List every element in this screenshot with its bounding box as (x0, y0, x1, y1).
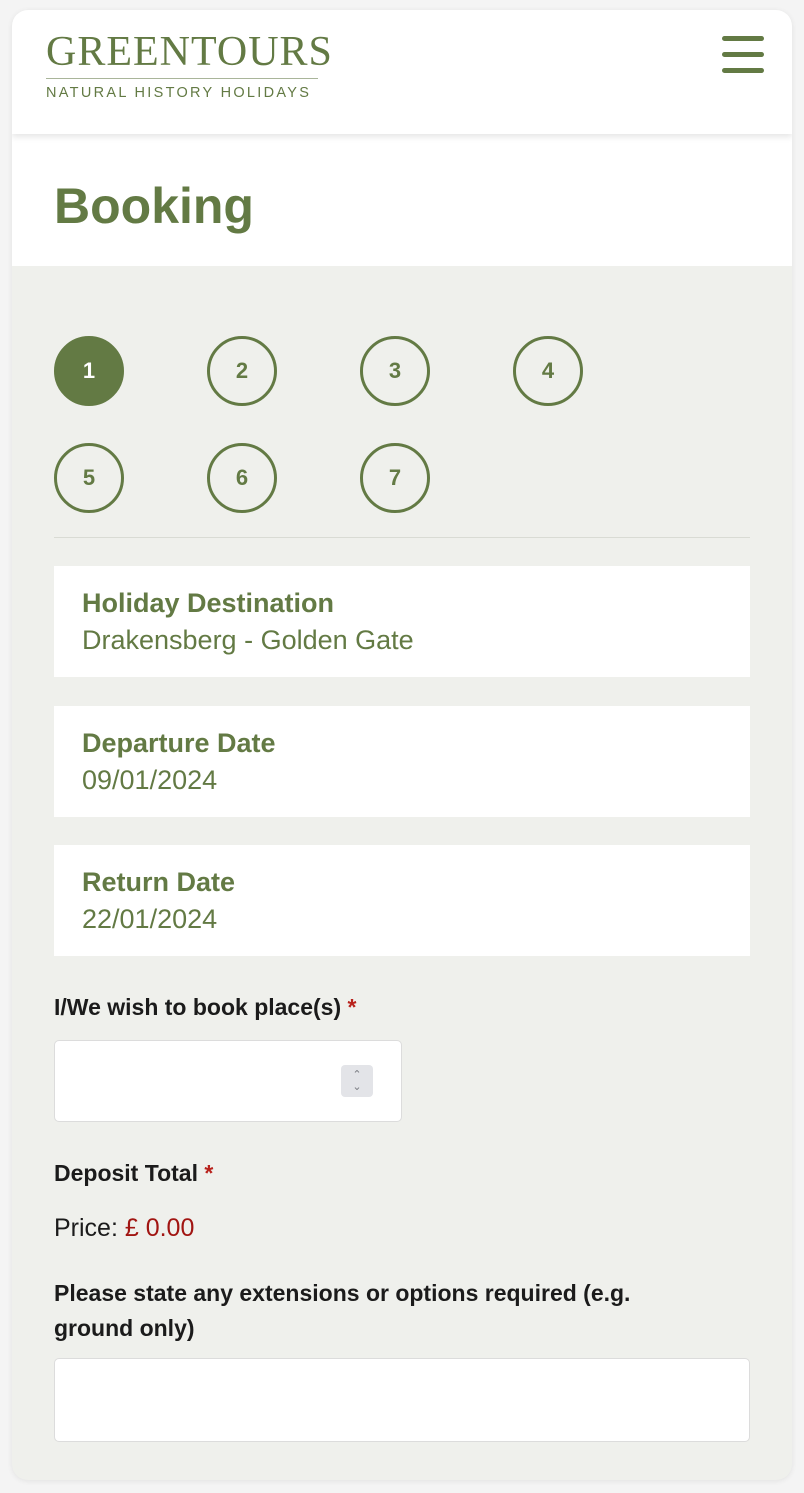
price-line: Price: £ 0.00 (54, 1210, 194, 1246)
greentours-logo[interactable]: GREENTOURS NATURAL HISTORY HOLIDAYS (46, 29, 333, 101)
booking-page: GREENTOURS NATURAL HISTORY HOLIDAYS Book… (12, 10, 792, 1480)
places-number-input[interactable]: ⌃ ⌄ (54, 1040, 402, 1122)
page-title: Booking (54, 178, 254, 234)
step-6-button[interactable]: 6 (207, 443, 277, 513)
required-asterisk: * (347, 994, 357, 1020)
extensions-text-input[interactable] (54, 1358, 750, 1442)
logo-rule (46, 78, 318, 79)
departure-date-label: Departure Date (82, 728, 276, 758)
menu-bar (722, 36, 764, 41)
title-section: Booking (12, 134, 792, 266)
return-date-card: Return Date 22/01/2024 (54, 845, 750, 956)
menu-bar (722, 52, 764, 57)
step-5-button[interactable]: 5 (54, 443, 124, 513)
step-indicator: 1 2 3 4 5 6 7 (54, 336, 750, 516)
extensions-field-label: Please state any extensions or options r… (54, 1280, 631, 1341)
site-header: GREENTOURS NATURAL HISTORY HOLIDAYS (12, 10, 792, 134)
step-3-button[interactable]: 3 (360, 336, 430, 406)
places-field-label: I/We wish to book place(s) * (54, 990, 356, 1025)
deposit-label-text: Deposit Total (54, 1160, 198, 1186)
holiday-destination-label: Holiday Destination (82, 588, 335, 618)
price-value: £ 0.00 (124, 1214, 195, 1242)
required-asterisk: * (204, 1160, 214, 1186)
departure-date-value: 09/01/2024 (82, 765, 218, 795)
step-2-button[interactable]: 2 (207, 336, 277, 406)
logo-title: GREENTOURS (46, 29, 333, 75)
places-label-text: I/We wish to book place(s) (54, 994, 342, 1020)
number-spinner[interactable]: ⌃ ⌄ (341, 1065, 373, 1097)
holiday-destination-value: Drakensberg - Golden Gate (82, 625, 414, 655)
menu-bar (722, 68, 764, 73)
return-date-label: Return Date (82, 867, 236, 897)
step-1-button[interactable]: 1 (54, 336, 124, 406)
deposit-field-label: Deposit Total * (54, 1156, 213, 1191)
chevron-up-icon[interactable]: ⌃ (352, 1069, 361, 1081)
step-7-button[interactable]: 7 (360, 443, 430, 513)
hamburger-menu-icon[interactable] (720, 34, 766, 76)
steps-divider (54, 537, 750, 538)
holiday-destination-card: Holiday Destination Drakensberg - Golden… (54, 566, 750, 677)
price-prefix: Price: (54, 1214, 118, 1242)
departure-date-card: Departure Date 09/01/2024 (54, 706, 750, 817)
chevron-down-icon[interactable]: ⌄ (352, 1081, 361, 1093)
step-4-button[interactable]: 4 (513, 336, 583, 406)
return-date-value: 22/01/2024 (82, 904, 218, 934)
logo-subtitle: NATURAL HISTORY HOLIDAYS (46, 85, 312, 101)
